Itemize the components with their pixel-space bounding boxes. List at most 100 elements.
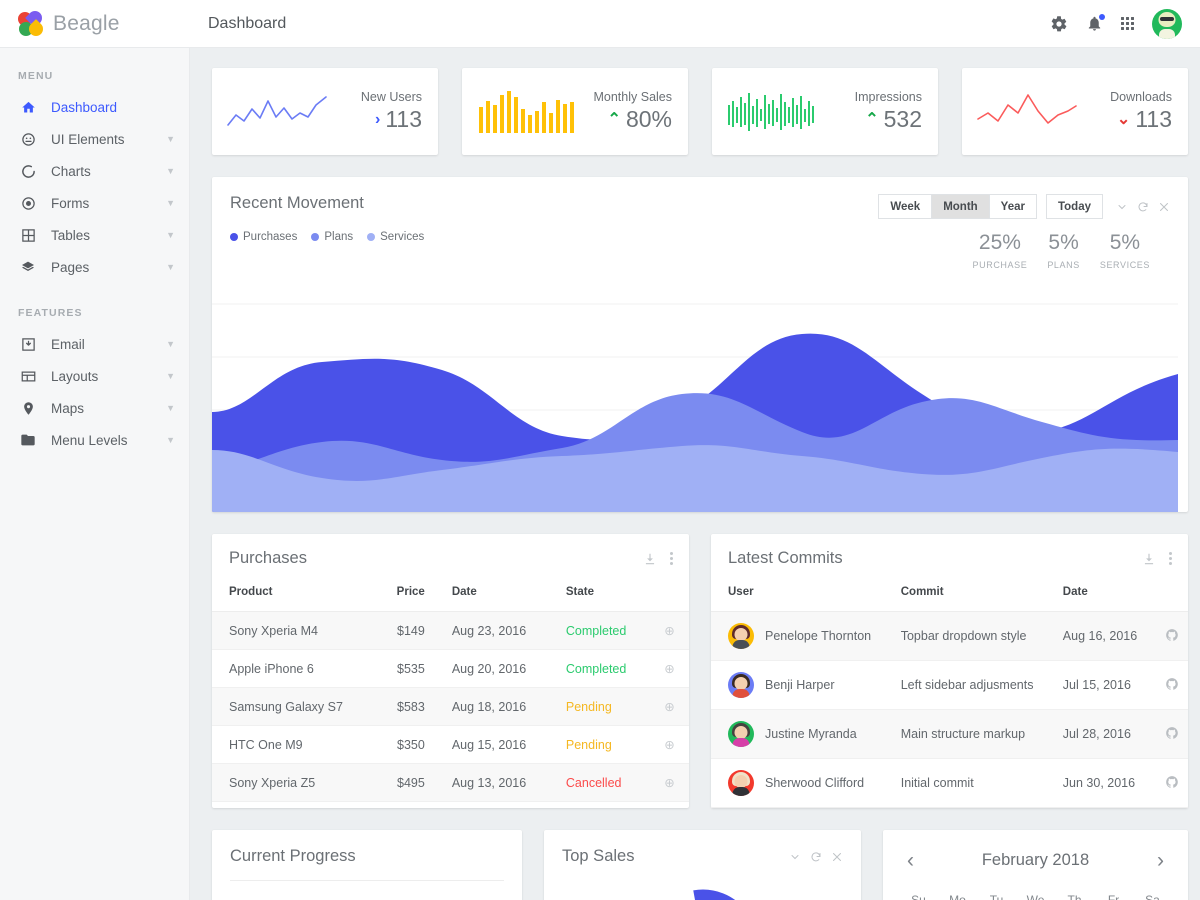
chevron-down-icon: ▼ xyxy=(166,436,175,445)
more-vertical-icon[interactable] xyxy=(670,552,673,565)
stat-card-impressions[interactable]: Impressions ⌃ 532 xyxy=(712,68,938,155)
stat-card-new-users[interactable]: New Users › 113 xyxy=(212,68,438,155)
sidebar-label: Dashboard xyxy=(51,100,117,115)
circle-face-icon xyxy=(18,132,38,147)
table-row[interactable]: Benji Harper Left sidebar adjusments Jul… xyxy=(711,661,1188,710)
sidebar-item-dashboard[interactable]: Dashboard xyxy=(0,91,189,123)
sidebar-item-maps[interactable]: Maps ▼ xyxy=(0,392,189,424)
stat-card-monthly-sales[interactable]: Monthly Sales ⌃ 80% xyxy=(462,68,688,155)
add-circle-icon[interactable]: ⊕ xyxy=(664,662,674,676)
sidebar-item-forms[interactable]: Forms ▼ xyxy=(0,187,189,219)
table-row[interactable]: Samsung Galaxy S7 $583 Aug 18, 2016 Pend… xyxy=(212,688,689,726)
cell-user: Justine Myranda xyxy=(711,710,884,759)
table-row[interactable]: Sherwood Clifford Initial commit Jun 30,… xyxy=(711,759,1188,808)
cell-product: Samsung Galaxy S7 xyxy=(212,688,372,726)
github-icon[interactable] xyxy=(1165,778,1179,792)
sidebar-item-email[interactable]: Email ▼ xyxy=(0,328,189,360)
sidebar-section-features-label: FEATURES xyxy=(0,301,189,328)
close-icon[interactable] xyxy=(831,851,843,863)
table-row[interactable]: Penelope Thornton Topbar dropdown style … xyxy=(711,612,1188,661)
sidebar-item-ui-elements[interactable]: UI Elements ▼ xyxy=(0,123,189,155)
table-row[interactable]: Sony Xperia M4 $149 Aug 23, 2016 Complet… xyxy=(212,612,689,650)
cell-repo xyxy=(1148,710,1188,759)
sidebar-item-menu-levels[interactable]: Menu Levels ▼ xyxy=(0,424,189,456)
github-icon[interactable] xyxy=(1165,729,1179,743)
main-content: New Users › 113 xyxy=(190,48,1200,900)
add-circle-icon[interactable]: ⊕ xyxy=(664,738,674,752)
kpi-label: PLANS xyxy=(1047,260,1080,270)
stat-card-downloads[interactable]: Downloads ⌄ 113 xyxy=(962,68,1188,155)
cell-date: Aug 13, 2016 xyxy=(435,764,549,802)
trend-up-icon: ⌃ xyxy=(608,112,621,128)
sidebar-item-pages[interactable]: Pages ▼ xyxy=(0,251,189,283)
avatar xyxy=(728,721,754,747)
stat-value-wrap: ⌃ 80% xyxy=(593,107,672,132)
refresh-icon[interactable] xyxy=(810,851,822,863)
user-cell: Sherwood Clifford xyxy=(728,770,876,796)
column-date: Date xyxy=(1046,581,1148,612)
cell-date: Aug 16, 2016 xyxy=(1046,612,1148,661)
kpi-plans: 5% PLANS xyxy=(1047,231,1080,270)
user-name: Benji Harper xyxy=(765,678,834,692)
kpi-label: PURCHASE xyxy=(973,260,1028,270)
add-circle-icon[interactable]: ⊕ xyxy=(664,700,674,714)
range-button-year[interactable]: Year xyxy=(989,194,1037,219)
legend-dot xyxy=(367,233,375,241)
column-date: Date xyxy=(435,581,549,612)
sidebar-item-charts[interactable]: Charts ▼ xyxy=(0,155,189,187)
sidebar-label: Pages xyxy=(51,260,89,275)
add-circle-icon[interactable]: ⊕ xyxy=(664,776,674,790)
more-vertical-icon[interactable] xyxy=(1169,552,1172,565)
sidebar-label: Layouts xyxy=(51,369,98,384)
chevron-down-icon: ▼ xyxy=(166,372,175,381)
sidebar-item-layouts[interactable]: Layouts ▼ xyxy=(0,360,189,392)
chevron-right-icon[interactable]: › xyxy=(1153,850,1168,871)
table-row[interactable]: Sony Xperia Z5 $495 Aug 13, 2016 Cancell… xyxy=(212,764,689,802)
sidebar-item-tables[interactable]: Tables ▼ xyxy=(0,219,189,251)
github-icon[interactable] xyxy=(1165,680,1179,694)
bell-icon[interactable] xyxy=(1086,15,1103,32)
chevron-left-icon[interactable]: ‹ xyxy=(903,850,918,871)
legend-item-services[interactable]: Services xyxy=(367,231,424,243)
download-icon[interactable] xyxy=(643,552,657,566)
download-icon[interactable] xyxy=(1142,552,1156,566)
table-row[interactable]: Justine Myranda Main structure markup Ju… xyxy=(711,710,1188,759)
kpi-value: 5% xyxy=(1047,231,1080,255)
brand-logo[interactable]: Beagle xyxy=(0,0,190,48)
top-sales-donut-chart xyxy=(643,884,763,900)
legend-item-purchases[interactable]: Purchases xyxy=(230,231,297,243)
table-row[interactable]: HTC One M9 $350 Aug 15, 2016 Pending ⊕ xyxy=(212,726,689,764)
range-button-week[interactable]: Week xyxy=(878,194,932,219)
bottom-row: Current Progress Bootstrap Admin Top Sal… xyxy=(212,830,1188,900)
stat-value-wrap: › 113 xyxy=(361,107,422,132)
add-circle-icon[interactable]: ⊕ xyxy=(664,624,674,638)
cell-date: Jul 28, 2016 xyxy=(1046,710,1148,759)
github-icon[interactable] xyxy=(1165,631,1179,645)
cell-date: Aug 15, 2016 xyxy=(435,726,549,764)
range-button-month[interactable]: Month xyxy=(931,194,989,219)
cell-action: ⊕ xyxy=(647,764,689,802)
table-row[interactable]: Apple iPhone 6 $535 Aug 20, 2016 Complet… xyxy=(212,650,689,688)
cell-state: Cancelled xyxy=(549,764,647,802)
refresh-icon[interactable] xyxy=(1137,201,1149,213)
user-avatar[interactable] xyxy=(1152,9,1182,39)
close-icon[interactable] xyxy=(1158,201,1170,213)
chevron-down-icon[interactable] xyxy=(1116,201,1128,213)
folder-icon xyxy=(18,432,38,448)
calendar-day-names: Su Mo Tu We Th Fr Sa xyxy=(883,871,1188,900)
grid-table-icon xyxy=(18,228,38,243)
chevron-down-icon[interactable] xyxy=(789,851,801,863)
apps-grid-icon[interactable] xyxy=(1121,17,1134,30)
cell-action: ⊕ xyxy=(647,726,689,764)
stat-value: 113 xyxy=(385,107,422,132)
cell-commit: Initial commit xyxy=(884,759,1046,808)
table-header-row: User Commit Date xyxy=(711,581,1188,612)
sidebar-label: UI Elements xyxy=(51,132,125,147)
stat-meta: Downloads ⌄ 113 xyxy=(1110,90,1172,132)
sidebar-section-menu-label: MENU xyxy=(0,64,189,91)
today-button[interactable]: Today xyxy=(1046,194,1103,219)
gear-icon[interactable] xyxy=(1050,15,1068,33)
legend-item-plans[interactable]: Plans xyxy=(311,231,353,243)
current-progress-card: Current Progress Bootstrap Admin xyxy=(212,830,522,900)
legend-label: Services xyxy=(380,231,424,243)
